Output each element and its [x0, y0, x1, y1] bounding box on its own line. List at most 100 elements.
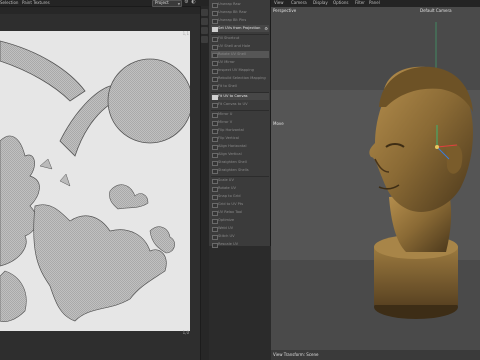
checkbox-icon[interactable] — [212, 120, 218, 126]
vp-menu-view[interactable]: View — [274, 0, 284, 6]
checkbox-icon[interactable] — [212, 18, 218, 24]
vp-menu-camera[interactable]: Camera — [291, 0, 307, 6]
project-select-value: Project — [155, 0, 169, 5]
menu-item[interactable]: Rotate UV — [211, 185, 269, 192]
menu-item[interactable]: Straighten Shell — [211, 159, 269, 166]
menu-item-label: Weld UV — [218, 226, 234, 230]
checkbox-icon[interactable] — [212, 36, 218, 42]
vp-menu-filter[interactable]: Filter — [355, 0, 365, 6]
menu-item[interactable]: Fit UV to Canvas — [211, 93, 269, 100]
menu-item-label: Fit to Shell — [218, 84, 237, 88]
project-select[interactable]: Project ▼ — [152, 0, 182, 7]
menu-item[interactable]: Unwrap Raw — [211, 1, 269, 8]
menu-item-label: Fit Canvas to UV — [218, 102, 248, 106]
checkbox-icon[interactable] — [212, 136, 218, 142]
checkbox-icon[interactable] — [212, 2, 218, 8]
uv-canvas[interactable]: 1,1 1,0 — [0, 31, 193, 335]
uv-corner-top-label: 1,1 — [182, 31, 189, 36]
checkbox-icon[interactable] — [212, 186, 218, 192]
menu-item-label: Fill Shortcut — [218, 36, 240, 40]
vp-menu-panel[interactable]: Panel — [369, 0, 380, 6]
checkbox-icon[interactable] — [212, 168, 218, 174]
menu-item[interactable]: Rescale UV — [211, 241, 269, 248]
menu-item[interactable]: Flip Horizontal — [211, 127, 269, 134]
menu-item[interactable]: Align Vertical — [211, 151, 269, 158]
menu-item[interactable]: Unwrap Blt Raw — [211, 9, 269, 16]
menu-item[interactable]: Optimize — [211, 217, 269, 224]
menu-item[interactable]: Grid to UV Pts — [211, 201, 269, 208]
checkbox-icon[interactable] — [212, 226, 218, 232]
checkbox-icon[interactable] — [212, 152, 218, 158]
menu-item[interactable]: Weld UV — [211, 225, 269, 232]
checkbox-icon[interactable] — [212, 84, 218, 90]
menu-item-label: Stitch UV — [218, 234, 235, 238]
menu-item[interactable]: Straighten Shells — [211, 167, 269, 174]
menu-item[interactable]: Set UVs from Projection ⚙ — [211, 25, 269, 32]
vp-menu-display[interactable]: Display — [313, 0, 328, 6]
checkbox-icon[interactable] — [212, 160, 218, 166]
menu-item[interactable]: Align Horizontal — [211, 143, 269, 150]
menu-item-label: Align Vertical — [218, 152, 242, 156]
menu-item-label: Rotate UV Shell — [218, 52, 246, 56]
menu-item[interactable]: Inspect UV Mapping — [211, 67, 269, 74]
menu-item-label: Flip Horizontal — [218, 128, 244, 132]
checkbox-icon[interactable] — [212, 10, 218, 16]
checkbox-icon[interactable] — [212, 68, 218, 74]
menu-item-label: Fit UV to Canvas — [218, 94, 248, 98]
settings-icon[interactable]: ⚙ — [184, 0, 189, 5]
tool-select-icon[interactable] — [201, 9, 208, 16]
tool-rotate-icon[interactable] — [201, 27, 208, 34]
menu-selection[interactable]: Selection — [0, 0, 18, 6]
checkbox-icon[interactable] — [212, 210, 218, 216]
menu-item[interactable]: UV Shell and Hole — [211, 43, 269, 50]
checkbox-icon[interactable] — [212, 112, 218, 118]
checkbox-icon[interactable] — [212, 52, 218, 58]
menu-item-label: Grid to UV Pts — [218, 202, 244, 206]
menu-item-label: UV Shell and Hole — [218, 44, 251, 48]
uv-commands-menu-footer — [209, 246, 270, 360]
menu-item[interactable]: Rotate UV Shell — [211, 51, 269, 58]
toggle-icon[interactable]: ◐ — [191, 0, 196, 5]
checkbox-icon[interactable] — [212, 234, 218, 240]
checkbox-icon[interactable] — [212, 128, 218, 134]
menu-item-label: Rescale UV — [218, 242, 239, 246]
checkbox-icon[interactable] — [212, 194, 218, 200]
checkbox-icon[interactable] — [212, 60, 218, 66]
menu-item[interactable]: Fit Canvas to UV — [211, 101, 269, 108]
menu-item[interactable]: UV Mirror — [211, 59, 269, 66]
menu-item[interactable]: Rebuild Selection Mapping — [211, 75, 269, 82]
menu-item-label: UV Mirror — [218, 60, 235, 64]
menu-item[interactable]: Snap to Grid — [211, 193, 269, 200]
menu-item[interactable]: Stitch UV — [211, 233, 269, 240]
checkbox-icon[interactable] — [212, 202, 218, 208]
checkbox-icon[interactable] — [212, 178, 218, 184]
tool-move-icon[interactable] — [201, 18, 208, 25]
menu-item[interactable]: Fill Shortcut — [211, 35, 269, 42]
checkbox-icon[interactable] — [212, 26, 218, 32]
menu-item-label: Align Horizontal — [218, 144, 247, 148]
menu-item-label: Unwrap Blt Raw — [218, 10, 247, 14]
uv-shells-graphic — [0, 40, 193, 322]
checkbox-icon[interactable] — [212, 144, 218, 150]
menu-item[interactable]: Unwrap Blt Pins — [211, 17, 269, 24]
menu-item[interactable]: Mirror V — [211, 119, 269, 126]
menu-item-label: UV Relax Tool — [218, 210, 243, 214]
tool-scale-icon[interactable] — [201, 36, 208, 43]
checkbox-icon[interactable] — [212, 102, 218, 108]
viewport-menubar: View Camera Display Options Filter Panel — [271, 0, 480, 7]
menu-item[interactable]: Mirror U — [211, 111, 269, 118]
checkbox-icon[interactable] — [212, 44, 218, 50]
checkbox-icon[interactable] — [212, 76, 218, 82]
menu-textures[interactable]: Textures — [33, 0, 50, 6]
menu-item[interactable]: Fit to Shell — [211, 83, 269, 90]
uv-toolbar — [0, 7, 207, 14]
checkbox-icon[interactable] — [212, 218, 218, 224]
checkbox-icon[interactable] — [212, 242, 218, 248]
gear-icon[interactable]: ⚙ — [264, 26, 268, 31]
vp-menu-options[interactable]: Options — [333, 0, 348, 6]
menu-item[interactable]: Scale UV — [211, 177, 269, 184]
menu-paint[interactable]: Paint — [22, 0, 32, 6]
menu-item[interactable]: Flip Vertical — [211, 135, 269, 142]
checkbox-icon[interactable] — [212, 94, 218, 100]
menu-item[interactable]: UV Relax Tool — [211, 209, 269, 216]
